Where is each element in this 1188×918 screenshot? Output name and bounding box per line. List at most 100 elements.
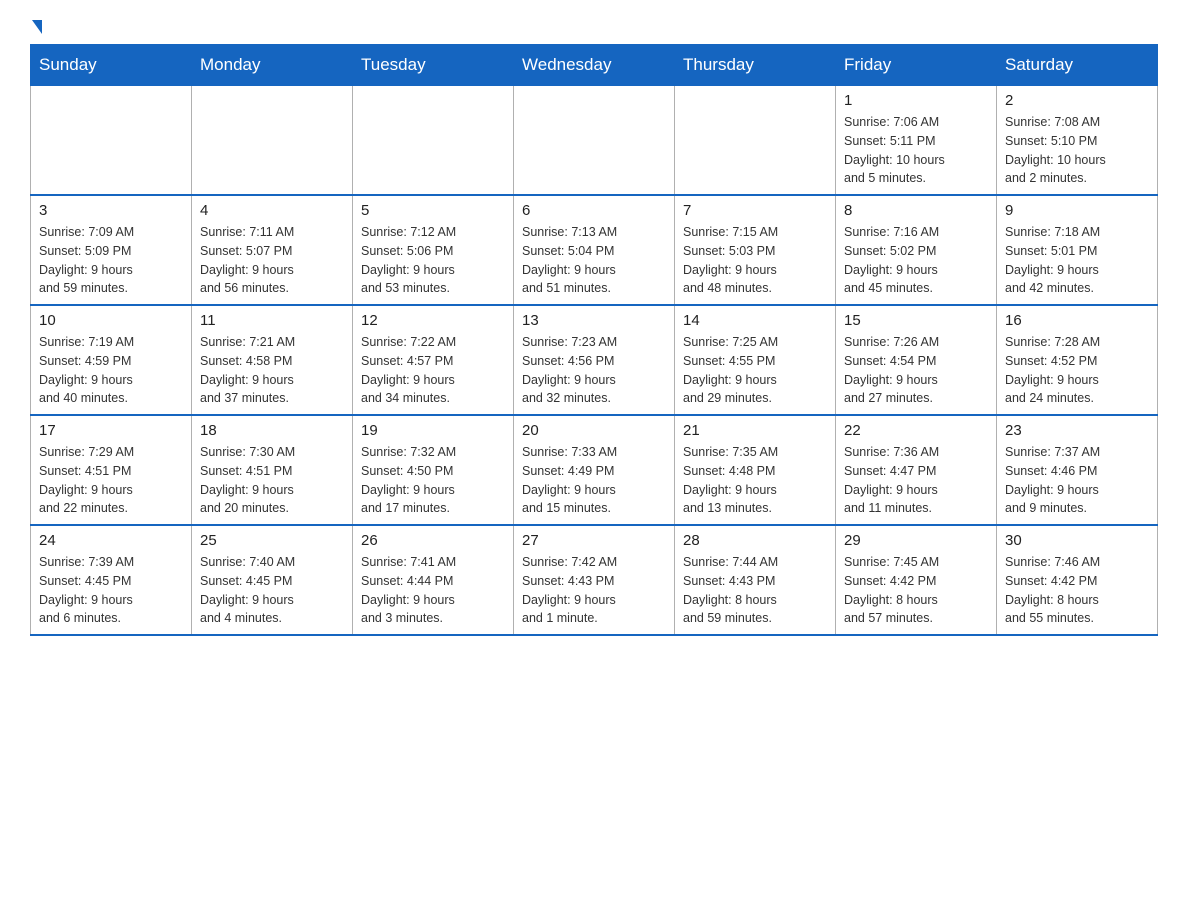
calendar-cell: 11Sunrise: 7:21 AMSunset: 4:58 PMDayligh…: [192, 305, 353, 415]
day-info: Sunrise: 7:06 AMSunset: 5:11 PMDaylight:…: [844, 113, 988, 188]
day-number: 13: [522, 312, 666, 329]
calendar-cell: 8 Sunrise: 7:16 AMSunset: 5:02 PMDaylight…: [836, 195, 997, 305]
calendar-cell: 17 Sunrise: 7:29 AMSunset: 4:51 PMDayligh…: [31, 415, 192, 525]
calendar-cell: 12 Sunrise: 7:22 AMSunset: 4:57 PMDayligh…: [353, 305, 514, 415]
day-number: 3: [39, 202, 183, 219]
weekday-header-thursday: Thursday: [675, 45, 836, 86]
day-number: 2: [1005, 92, 1149, 109]
calendar-cell: 22 Sunrise: 7:36 AMSunset: 4:47 PMDayligh…: [836, 415, 997, 525]
day-number: 8: [844, 202, 988, 219]
day-info: Sunrise: 7:35 AMSunset: 4:48 PMDaylight:…: [683, 443, 827, 518]
day-info: Sunrise: 7:13 AMSunset: 5:04 PMDaylight:…: [522, 223, 666, 298]
calendar-cell: [353, 86, 514, 196]
calendar-week-row: 3 Sunrise: 7:09 AMSunset: 5:09 PMDaylight…: [31, 195, 1158, 305]
day-info: Sunrise: 7:09 AMSunset: 5:09 PMDaylight:…: [39, 223, 183, 298]
day-number: 7: [683, 202, 827, 219]
calendar-cell: 9 Sunrise: 7:18 AMSunset: 5:01 PMDaylight…: [997, 195, 1158, 305]
day-info: Sunrise: 7:40 AMSunset: 4:45 PMDaylight:…: [200, 553, 344, 628]
calendar-cell: 6Sunrise: 7:13 AMSunset: 5:04 PMDaylight…: [514, 195, 675, 305]
calendar-cell: 21 Sunrise: 7:35 AMSunset: 4:48 PMDayligh…: [675, 415, 836, 525]
calendar-cell: [514, 86, 675, 196]
day-number: 17: [39, 422, 183, 439]
calendar-week-row: 1 Sunrise: 7:06 AMSunset: 5:11 PMDaylight…: [31, 86, 1158, 196]
calendar-cell: 16 Sunrise: 7:28 AMSunset: 4:52 PMDayligh…: [997, 305, 1158, 415]
calendar-cell: 26Sunrise: 7:41 AMSunset: 4:44 PMDayligh…: [353, 525, 514, 635]
day-info: Sunrise: 7:39 AMSunset: 4:45 PMDaylight:…: [39, 553, 183, 628]
day-info: Sunrise: 7:42 AMSunset: 4:43 PMDaylight:…: [522, 553, 666, 628]
day-number: 4: [200, 202, 344, 219]
calendar-cell: 28 Sunrise: 7:44 AMSunset: 4:43 PMDayligh…: [675, 525, 836, 635]
weekday-header-saturday: Saturday: [997, 45, 1158, 86]
calendar-cell: 30 Sunrise: 7:46 AMSunset: 4:42 PMDayligh…: [997, 525, 1158, 635]
day-number: 22: [844, 422, 988, 439]
day-number: 21: [683, 422, 827, 439]
day-number: 10: [39, 312, 183, 329]
calendar-cell: 3 Sunrise: 7:09 AMSunset: 5:09 PMDaylight…: [31, 195, 192, 305]
calendar-cell: 23Sunrise: 7:37 AMSunset: 4:46 PMDayligh…: [997, 415, 1158, 525]
day-number: 1: [844, 92, 988, 109]
day-info: Sunrise: 7:21 AMSunset: 4:58 PMDaylight:…: [200, 333, 344, 408]
day-info: Sunrise: 7:15 AMSunset: 5:03 PMDaylight:…: [683, 223, 827, 298]
day-number: 27: [522, 532, 666, 549]
calendar-cell: 2 Sunrise: 7:08 AMSunset: 5:10 PMDaylight…: [997, 86, 1158, 196]
calendar-cell: 14 Sunrise: 7:25 AMSunset: 4:55 PMDayligh…: [675, 305, 836, 415]
day-number: 16: [1005, 312, 1149, 329]
calendar-cell: 25Sunrise: 7:40 AMSunset: 4:45 PMDayligh…: [192, 525, 353, 635]
calendar-cell: 1 Sunrise: 7:06 AMSunset: 5:11 PMDaylight…: [836, 86, 997, 196]
day-number: 18: [200, 422, 344, 439]
day-number: 14: [683, 312, 827, 329]
calendar-cell: 10 Sunrise: 7:19 AMSunset: 4:59 PMDayligh…: [31, 305, 192, 415]
day-info: Sunrise: 7:23 AMSunset: 4:56 PMDaylight:…: [522, 333, 666, 408]
day-info: Sunrise: 7:36 AMSunset: 4:47 PMDaylight:…: [844, 443, 988, 518]
day-number: 5: [361, 202, 505, 219]
calendar-cell: 24Sunrise: 7:39 AMSunset: 4:45 PMDayligh…: [31, 525, 192, 635]
weekday-header-sunday: Sunday: [31, 45, 192, 86]
calendar-cell: 5 Sunrise: 7:12 AMSunset: 5:06 PMDaylight…: [353, 195, 514, 305]
day-info: Sunrise: 7:41 AMSunset: 4:44 PMDaylight:…: [361, 553, 505, 628]
day-info: Sunrise: 7:28 AMSunset: 4:52 PMDaylight:…: [1005, 333, 1149, 408]
day-info: Sunrise: 7:33 AMSunset: 4:49 PMDaylight:…: [522, 443, 666, 518]
day-number: 20: [522, 422, 666, 439]
calendar-cell: 13 Sunrise: 7:23 AMSunset: 4:56 PMDayligh…: [514, 305, 675, 415]
weekday-header-monday: Monday: [192, 45, 353, 86]
calendar-cell: 27 Sunrise: 7:42 AMSunset: 4:43 PMDayligh…: [514, 525, 675, 635]
day-info: Sunrise: 7:12 AMSunset: 5:06 PMDaylight:…: [361, 223, 505, 298]
weekday-header-row: SundayMondayTuesdayWednesdayThursdayFrid…: [31, 45, 1158, 86]
day-info: Sunrise: 7:32 AMSunset: 4:50 PMDaylight:…: [361, 443, 505, 518]
day-info: Sunrise: 7:26 AMSunset: 4:54 PMDaylight:…: [844, 333, 988, 408]
day-info: Sunrise: 7:22 AMSunset: 4:57 PMDaylight:…: [361, 333, 505, 408]
day-number: 30: [1005, 532, 1149, 549]
day-number: 15: [844, 312, 988, 329]
weekday-header-tuesday: Tuesday: [353, 45, 514, 86]
calendar-cell: [192, 86, 353, 196]
day-info: Sunrise: 7:16 AMSunset: 5:02 PMDaylight:…: [844, 223, 988, 298]
weekday-header-friday: Friday: [836, 45, 997, 86]
calendar-cell: 19 Sunrise: 7:32 AMSunset: 4:50 PMDayligh…: [353, 415, 514, 525]
calendar-cell: 15 Sunrise: 7:26 AMSunset: 4:54 PMDayligh…: [836, 305, 997, 415]
day-number: 12: [361, 312, 505, 329]
day-number: 28: [683, 532, 827, 549]
calendar-cell: [31, 86, 192, 196]
calendar-cell: [675, 86, 836, 196]
day-number: 23: [1005, 422, 1149, 439]
logo: [30, 20, 42, 34]
day-info: Sunrise: 7:46 AMSunset: 4:42 PMDaylight:…: [1005, 553, 1149, 628]
page-header: [30, 20, 1158, 34]
day-info: Sunrise: 7:18 AMSunset: 5:01 PMDaylight:…: [1005, 223, 1149, 298]
calendar-cell: 7 Sunrise: 7:15 AMSunset: 5:03 PMDaylight…: [675, 195, 836, 305]
calendar-header: SundayMondayTuesdayWednesdayThursdayFrid…: [31, 45, 1158, 86]
calendar-cell: 20 Sunrise: 7:33 AMSunset: 4:49 PMDayligh…: [514, 415, 675, 525]
day-info: Sunrise: 7:29 AMSunset: 4:51 PMDaylight:…: [39, 443, 183, 518]
weekday-header-wednesday: Wednesday: [514, 45, 675, 86]
calendar-week-row: 10 Sunrise: 7:19 AMSunset: 4:59 PMDayligh…: [31, 305, 1158, 415]
day-info: Sunrise: 7:25 AMSunset: 4:55 PMDaylight:…: [683, 333, 827, 408]
day-number: 9: [1005, 202, 1149, 219]
day-info: Sunrise: 7:19 AMSunset: 4:59 PMDaylight:…: [39, 333, 183, 408]
day-number: 19: [361, 422, 505, 439]
calendar-table: SundayMondayTuesdayWednesdayThursdayFrid…: [30, 44, 1158, 636]
day-info: Sunrise: 7:08 AMSunset: 5:10 PMDaylight:…: [1005, 113, 1149, 188]
logo-triangle-icon: [32, 20, 42, 34]
calendar-week-row: 24Sunrise: 7:39 AMSunset: 4:45 PMDayligh…: [31, 525, 1158, 635]
day-info: Sunrise: 7:45 AMSunset: 4:42 PMDaylight:…: [844, 553, 988, 628]
day-info: Sunrise: 7:44 AMSunset: 4:43 PMDaylight:…: [683, 553, 827, 628]
